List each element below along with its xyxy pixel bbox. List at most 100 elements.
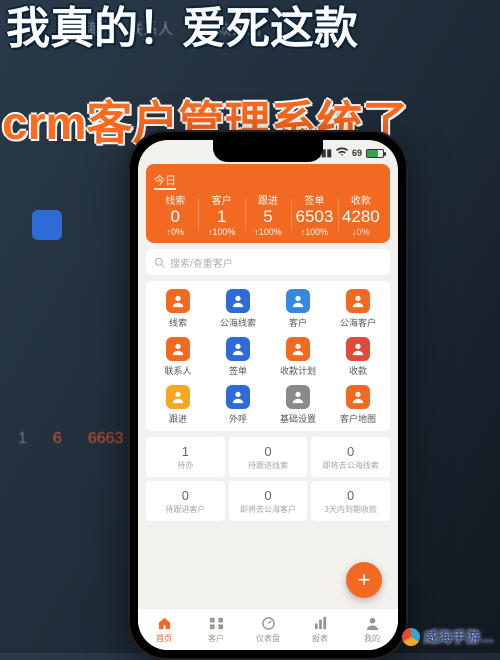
settings-icon <box>286 385 310 409</box>
app-customers[interactable]: 客户 <box>268 289 328 329</box>
card-label: 待办 <box>148 460 223 471</box>
app-outbound[interactable]: 外呼 <box>208 385 268 425</box>
card-value: 0 <box>231 444 306 459</box>
card-5[interactable]: 03天内到期收款 <box>311 481 390 521</box>
customers-icon <box>286 289 310 313</box>
app-label: 外呼 <box>208 412 268 425</box>
today-stats-panel: 今日 线索0↑0%客户1↑100%跟进5↑100%签单6503↑100%收款42… <box>146 164 390 243</box>
watermark: 威海手游… <box>402 627 494 647</box>
app-contacts[interactable]: 联系人 <box>148 337 208 377</box>
contacts-icon <box>166 337 190 361</box>
app-label: 收款计划 <box>268 364 328 377</box>
card-value: 0 <box>313 488 388 503</box>
search-placeholder: 搜索/查重客户 <box>170 255 233 270</box>
sea-leads-icon <box>226 289 250 313</box>
card-value: 1 <box>148 444 223 459</box>
tab-reports[interactable]: 报表 <box>294 609 346 650</box>
app-leads[interactable]: 线索 <box>148 289 208 329</box>
stat-label: 签单 <box>291 192 337 207</box>
app-label: 客户 <box>268 316 328 329</box>
tab-dashboard[interactable]: 仪表盘 <box>242 609 294 650</box>
card-value: 0 <box>148 488 223 503</box>
card-0[interactable]: 1待办 <box>146 437 225 477</box>
battery-icon <box>366 149 384 158</box>
leads-icon <box>166 289 190 313</box>
followup-icon <box>166 385 190 409</box>
card-label: 即将去公海客户 <box>231 504 306 515</box>
battery-percent: 69 <box>352 148 362 158</box>
stat-2[interactable]: 跟进5↑100% <box>245 192 291 237</box>
receipt-icon <box>346 337 370 361</box>
stat-value: 6503 <box>291 207 337 227</box>
app-followup[interactable]: 跟进 <box>148 385 208 425</box>
card-4[interactable]: 0即将去公海客户 <box>229 481 308 521</box>
stat-label: 客户 <box>198 192 244 207</box>
tab-customers[interactable]: 客户 <box>190 609 242 650</box>
stat-label: 收款 <box>338 192 384 207</box>
stat-4[interactable]: 收款4280↓0% <box>338 192 384 237</box>
app-label: 跟进 <box>148 412 208 425</box>
recv-plan-icon <box>286 337 310 361</box>
stat-delta: ↓0% <box>338 227 384 237</box>
app-receipt[interactable]: 收款 <box>328 337 388 377</box>
card-value: 0 <box>313 444 388 459</box>
stat-label: 线索 <box>152 192 198 207</box>
cust-map-icon <box>346 385 370 409</box>
watermark-logo-icon <box>402 628 420 646</box>
app-label: 收款 <box>328 364 388 377</box>
app-label: 公海客户 <box>328 316 388 329</box>
card-value: 0 <box>231 488 306 503</box>
stat-label: 跟进 <box>245 192 291 207</box>
orders-icon <box>226 337 250 361</box>
stat-value: 1 <box>198 207 244 227</box>
tab-label: 我的 <box>364 633 380 644</box>
app-sea-leads[interactable]: 公海线索 <box>208 289 268 329</box>
card-2[interactable]: 0即将去公海线索 <box>311 437 390 477</box>
stat-0[interactable]: 线索0↑0% <box>152 192 198 237</box>
search-icon <box>154 257 165 268</box>
stat-delta: ↑0% <box>152 227 198 237</box>
tab-label: 报表 <box>312 633 328 644</box>
app-sea-customers[interactable]: 公海客户 <box>328 289 388 329</box>
stat-value: 4280 <box>338 207 384 227</box>
stat-delta: ↑100% <box>291 227 337 237</box>
card-label: 即将去公海线索 <box>313 460 388 471</box>
search-input[interactable]: 搜索/查重客户 <box>146 249 390 275</box>
app-orders[interactable]: 签单 <box>208 337 268 377</box>
app-recv-plan[interactable]: 收款计划 <box>268 337 328 377</box>
sea-customers-icon <box>346 289 370 313</box>
stat-value: 0 <box>152 207 198 227</box>
app-settings[interactable]: 基础设置 <box>268 385 328 425</box>
app-label: 联系人 <box>148 364 208 377</box>
reports-icon <box>312 616 328 632</box>
home-icon <box>156 616 172 632</box>
me-icon <box>364 616 380 632</box>
app-cust-map[interactable]: 客户地图 <box>328 385 388 425</box>
stat-delta: ↑100% <box>198 227 244 237</box>
customers-icon <box>208 616 224 632</box>
tab-me[interactable]: 我的 <box>346 609 398 650</box>
stat-3[interactable]: 签单6503↑100% <box>291 192 337 237</box>
panel-date-tabs[interactable]: 今日 <box>152 172 384 188</box>
dashboard-icon <box>260 616 276 632</box>
tab-today[interactable]: 今日 <box>154 175 176 190</box>
stat-1[interactable]: 客户1↑100% <box>198 192 244 237</box>
fab-add-button[interactable]: + <box>346 562 382 598</box>
card-label: 待跟进线索 <box>231 460 306 471</box>
plus-icon: + <box>358 567 371 593</box>
todo-cards: 1待办0待跟进线索0即将去公海线索0待跟进客户0即将去公海客户03天内到期收款 <box>146 437 390 521</box>
phone-screen: ▮▮▮ 69 今日 线索0↑0%客户1↑100%跟进5↑100%签单6503↑1… <box>138 140 398 650</box>
tab-label: 首页 <box>156 633 172 644</box>
tab-home[interactable]: 首页 <box>138 609 190 650</box>
card-1[interactable]: 0待跟进线索 <box>229 437 308 477</box>
app-label: 签单 <box>208 364 268 377</box>
outbound-icon <box>226 385 250 409</box>
app-label: 公海线索 <box>208 316 268 329</box>
card-label: 待跟进客户 <box>148 504 223 515</box>
wifi-icon <box>336 147 348 160</box>
app-label: 线索 <box>148 316 208 329</box>
stat-value: 5 <box>245 207 291 227</box>
watermark-text: 威海手游… <box>424 627 494 647</box>
card-3[interactable]: 0待跟进客户 <box>146 481 225 521</box>
tab-bar: 首页 客户仪表盘报表 我的 <box>138 608 398 650</box>
